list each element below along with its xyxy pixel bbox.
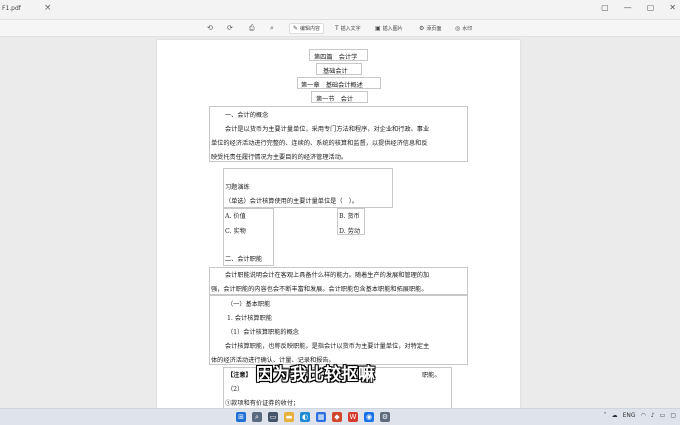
heading-basic: （一）基本职能: [227, 301, 271, 308]
exercise-title: 习题演练: [225, 184, 250, 191]
image-icon: ▣: [375, 25, 381, 32]
system-tray: ˄ ☁ ENG ◠ ♪ ▭ ▢: [604, 412, 676, 419]
edit-icon: ✎: [293, 25, 299, 32]
watermark-label: 水印: [462, 26, 473, 32]
document-viewer[interactable]: 第四篇 会计学 基础会计 第一章 基础会计概述 第一节 会计 一、会计的概念 会…: [0, 37, 680, 415]
option-a: A. 价值: [225, 213, 246, 220]
taskbar-apps: ⊞ ⌕ ▭ ▬ ◐ ▦ ◆ W ◉ ⚙: [236, 412, 390, 422]
minimize-icon[interactable]: —: [624, 3, 632, 12]
option-d: D. 劳动: [339, 228, 361, 235]
browser-tab-bar: F1.pdf × ▢ — ▢ ✕: [0, 0, 680, 20]
redo-icon[interactable]: ⟳: [227, 24, 233, 32]
app-icon[interactable]: ◉: [364, 412, 374, 422]
page-icon: ⚙: [419, 25, 425, 32]
note-tail: 职能。: [422, 372, 441, 379]
exercise-question: （单选）会计核算使用的主要计量单位是（ ）。: [225, 198, 359, 205]
video-subtitle: 因为我比较抠嘛: [256, 365, 375, 385]
notification-icon[interactable]: ▢: [670, 412, 676, 419]
note-label: 【注意】: [227, 372, 252, 379]
wps-icon[interactable]: W: [348, 412, 358, 422]
chevron-up-icon[interactable]: ˄: [604, 412, 607, 419]
volume-icon[interactable]: ♪: [651, 412, 655, 419]
pdf-toolbar: ⟲ ⟳ ⎙ ⌕ ✎ 编辑内容 T 插入文字 ▣ 插入图片 ⚙ 添页面 ◎ 水印: [0, 20, 680, 37]
battery-icon[interactable]: ▭: [660, 412, 666, 419]
search-icon[interactable]: ⌕: [270, 24, 274, 33]
close-tab-icon[interactable]: ×: [44, 3, 52, 13]
note-line: （2）: [227, 386, 244, 393]
add-page-label: 添页面: [426, 26, 442, 32]
edit-content-label: 编辑内容: [300, 26, 321, 32]
language-indicator[interactable]: ENG: [623, 412, 636, 419]
insert-image-label: 插入图片: [382, 26, 403, 32]
insert-text-button[interactable]: T 插入文字: [332, 23, 364, 34]
add-page-button[interactable]: ⚙ 添页面: [416, 23, 444, 34]
windows-taskbar: ⊞ ⌕ ▭ ▬ ◐ ▦ ◆ W ◉ ⚙ ˄ ☁ ENG ◠ ♪ ▭ ▢: [0, 408, 680, 425]
note-line: ①款项和有价证券的收付；: [225, 400, 300, 407]
store-icon[interactable]: ▦: [316, 412, 326, 422]
edge-browser-icon[interactable]: ◐: [300, 412, 310, 422]
text-icon: T: [335, 25, 339, 32]
watermark-icon: ◎: [455, 25, 461, 32]
cloud-icon[interactable]: ☁: [612, 412, 618, 419]
edit-content-button[interactable]: ✎ 编辑内容: [289, 23, 325, 34]
heading-concept-sub: （1）会计核算职能的概念: [227, 329, 299, 336]
paragraph-line: 会计核算职能，也称反映职能，是指会计以货币为主要计量单位，对特定主: [225, 343, 430, 350]
paragraph-line: 强，会计职能的内容也会不断丰富和发展。会计职能包含基本职能和拓展职能。: [211, 286, 428, 293]
subject-title: 基础会计: [323, 68, 348, 75]
insert-text-label: 插入文字: [340, 26, 361, 32]
maximize-icon[interactable]: ▢: [647, 3, 655, 12]
office-icon[interactable]: ◆: [332, 412, 342, 422]
gear-icon[interactable]: ⚙: [380, 412, 390, 422]
tab-title[interactable]: F1.pdf: [2, 5, 21, 12]
section-title: 第一节 会计: [316, 96, 354, 103]
file-explorer-icon[interactable]: ▬: [284, 412, 294, 422]
undo-icon[interactable]: ⟲: [207, 24, 213, 32]
close-window-icon[interactable]: ✕: [669, 3, 676, 12]
heading-function: 二、会计职能: [225, 256, 263, 263]
heading-concept: 一、会计的概念: [225, 112, 269, 119]
window-controls: ▢ — ▢ ✕: [601, 3, 676, 12]
task-view-icon[interactable]: ▭: [268, 412, 278, 422]
paragraph-line: 映受托责任履行情况为主要目的的经济管理活动。: [211, 154, 348, 161]
windows-start-icon[interactable]: ⊞: [236, 412, 246, 422]
option-c: C. 实物: [225, 228, 246, 235]
search-icon[interactable]: ⌕: [252, 412, 262, 422]
part-title: 第四篇 会计学: [314, 54, 358, 61]
print-icon[interactable]: ⎙: [249, 24, 255, 33]
pdf-page[interactable]: 第四篇 会计学 基础会计 第一章 基础会计概述 第一节 会计 一、会计的概念 会…: [157, 40, 520, 415]
chapter-title: 第一章 基础会计概述: [301, 82, 363, 89]
insert-image-button[interactable]: ▣ 插入图片: [372, 23, 406, 34]
paragraph-line: 单位的经济活动进行完整的、连续的、系统的核算和监督，以提供经济信息和反: [211, 140, 428, 147]
paragraph-line: 会计是以货币为主要计量单位，采用专门方法和程序，对企业和行政、事业: [225, 126, 430, 133]
heading-accounting: 1. 会计核算职能: [227, 315, 272, 322]
panel-icon[interactable]: ▢: [601, 3, 609, 12]
paragraph-line: 会计职能说明会计在客观上具备什么样的能力。随着生产的发展和管理的加: [225, 272, 430, 279]
wifi-icon[interactable]: ◠: [641, 412, 646, 419]
watermark-button[interactable]: ◎ 水印: [452, 23, 475, 34]
option-b: B. 货币: [339, 213, 360, 220]
